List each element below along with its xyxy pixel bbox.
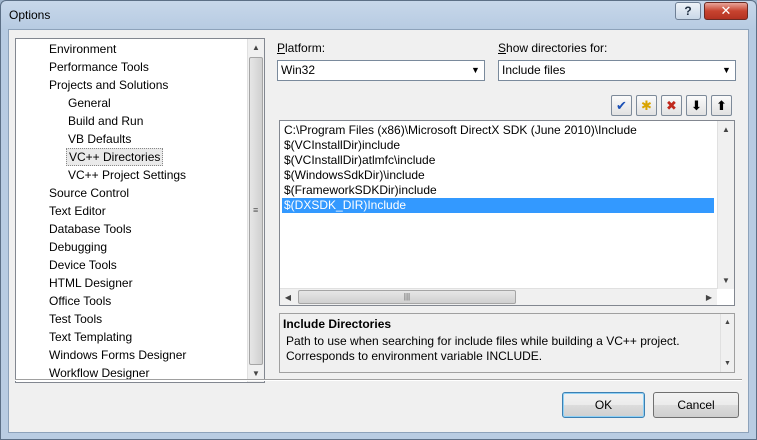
platform-label: Platform: <box>277 41 326 55</box>
tree-item[interactable]: VC++ Project Settings <box>66 166 188 184</box>
description-body: Path to use when searching for include f… <box>286 334 680 363</box>
arrow-down-icon: ⬇ <box>691 98 702 113</box>
tree-item[interactable]: VC++ Directories <box>66 148 164 166</box>
directory-item[interactable]: C:\Program Files (x86)\Microsoft DirectX… <box>282 123 637 138</box>
chevron-down-icon: ▼ <box>722 65 731 75</box>
tree-item[interactable]: Debugging <box>47 238 109 256</box>
directory-item[interactable]: $(VCInstallDir)include <box>282 138 400 153</box>
description-panel: Include Directories Path to use when sea… <box>279 313 735 373</box>
list-horizontal-scrollbar[interactable]: ◀ ||| ▶ <box>280 288 717 305</box>
tree-item[interactable]: Text Templating <box>47 328 134 346</box>
scroll-up-arrow-icon[interactable]: ▲ <box>248 39 264 56</box>
title-bar[interactable]: Options ? ✕ <box>1 1 756 29</box>
separator-line <box>15 379 742 381</box>
tree-item[interactable]: General <box>66 94 113 112</box>
tree-item[interactable]: Test Tools <box>47 310 104 328</box>
new-folder-icon: ✱ <box>641 98 652 113</box>
tree-item[interactable]: VB Defaults <box>66 130 133 148</box>
directory-list[interactable]: C:\Program Files (x86)\Microsoft DirectX… <box>279 120 735 306</box>
scroll-up-arrow-icon[interactable]: ▲ <box>721 314 734 331</box>
show-directories-select[interactable]: Include files ▼ <box>498 60 736 81</box>
arrow-up-icon: ⬆ <box>716 98 727 113</box>
list-vertical-scrollbar[interactable]: ▲ ▼ <box>717 121 734 289</box>
delete-icon: ✖ <box>666 98 677 113</box>
tree-item[interactable]: Windows Forms Designer <box>47 346 188 364</box>
scroll-grip-icon: ||| <box>403 292 411 301</box>
close-button[interactable]: ✕ <box>704 2 748 20</box>
tree-item[interactable]: Device Tools <box>47 256 119 274</box>
cancel-button[interactable]: Cancel <box>653 392 739 418</box>
tree-item[interactable]: Projects and Solutions <box>47 76 170 94</box>
directory-item[interactable]: $(DXSDK_DIR)Include <box>282 198 714 213</box>
help-button[interactable]: ? <box>675 2 701 20</box>
check-icon: ✔ <box>616 98 627 113</box>
category-tree[interactable]: Environment Performance Tools Projects and… <box>15 38 265 383</box>
tree-item[interactable]: Environment <box>47 40 118 58</box>
tree-scroll-thumb[interactable]: ≡ <box>249 57 263 365</box>
list-horizontal-thumb[interactable]: ||| <box>298 290 516 304</box>
scroll-grip-icon: ≡ <box>253 205 259 215</box>
options-dialog: Options ? ✕ Environment Performance Tools… <box>0 0 757 440</box>
tree-item[interactable]: HTML Designer <box>47 274 135 292</box>
scroll-right-arrow-icon[interactable]: ▶ <box>701 289 717 305</box>
chevron-down-icon: ▼ <box>471 65 480 75</box>
check-button[interactable]: ✔ <box>611 95 632 116</box>
tree-item[interactable]: Office Tools <box>47 292 113 310</box>
scroll-left-arrow-icon[interactable]: ◀ <box>280 289 296 305</box>
directory-item[interactable]: $(VCInstallDir)atlmfc\include <box>282 153 435 168</box>
directory-item[interactable]: $(FrameworkSDKDir)include <box>282 183 437 198</box>
window-title: Options <box>9 8 51 22</box>
scroll-down-arrow-icon[interactable]: ▼ <box>718 272 734 289</box>
description-title: Include Directories <box>283 317 392 331</box>
delete-button[interactable]: ✖ <box>661 95 682 116</box>
directory-item[interactable]: $(WindowsSdkDir)\include <box>282 168 425 183</box>
tree-item[interactable]: Database Tools <box>47 220 134 238</box>
ok-button[interactable]: OK <box>562 392 645 418</box>
tree-item[interactable]: Performance Tools <box>47 58 151 76</box>
scroll-up-arrow-icon[interactable]: ▲ <box>718 121 734 138</box>
move-down-button[interactable]: ⬇ <box>686 95 707 116</box>
description-scrollbar[interactable]: ▲ ▼ <box>720 314 734 372</box>
dialog-client-area: Environment Performance Tools Projects and… <box>8 29 749 433</box>
tree-item[interactable]: Source Control <box>47 184 131 202</box>
scroll-down-arrow-icon[interactable]: ▼ <box>721 355 734 372</box>
tree-vertical-scrollbar[interactable]: ▲ ≡ ▼ <box>247 39 264 382</box>
move-up-button[interactable]: ⬆ <box>711 95 732 116</box>
show-directories-label: Show directories for: <box>498 41 608 55</box>
show-directories-select-value: Include files <box>502 63 566 77</box>
tree-item[interactable]: Text Editor <box>47 202 108 220</box>
platform-select-value: Win32 <box>281 63 316 77</box>
platform-select[interactable]: Win32 ▼ <box>277 60 485 81</box>
new-line-button[interactable]: ✱ <box>636 95 657 116</box>
tree-item[interactable]: Build and Run <box>66 112 145 130</box>
